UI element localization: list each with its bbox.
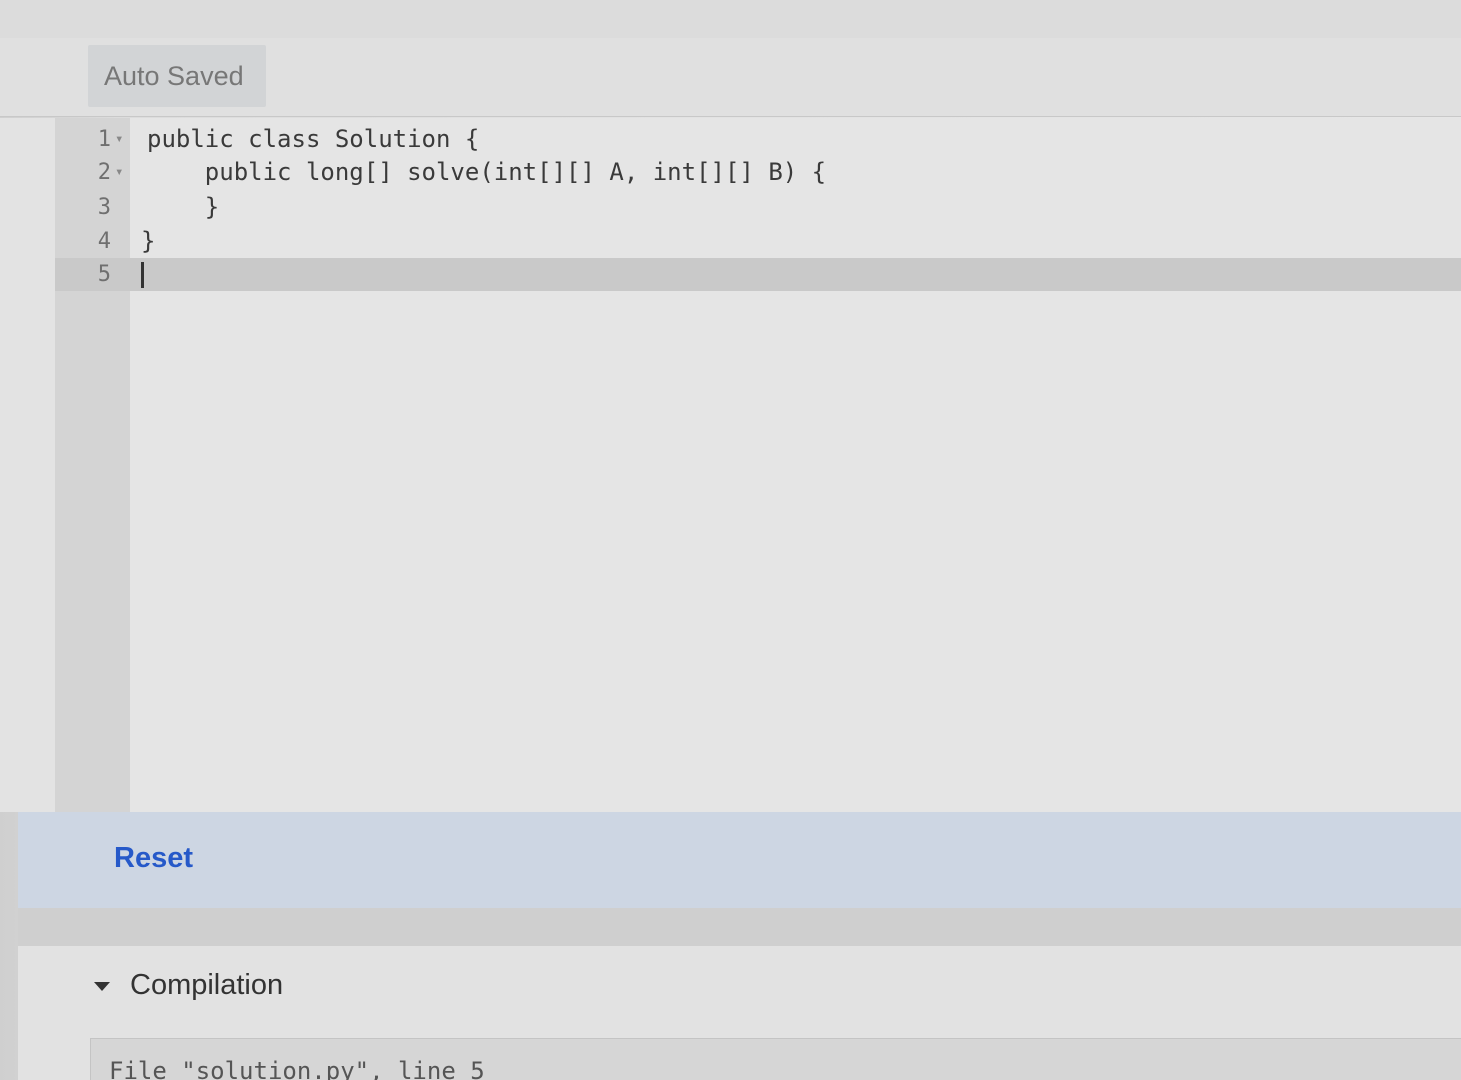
- code-text: }: [141, 227, 156, 255]
- code-editor-page: Auto Saved 1 ▾ public class Solution { 2…: [0, 0, 1461, 1080]
- editor-actions-bar: Reset: [18, 812, 1461, 908]
- line-number: 3: [97, 195, 111, 220]
- top-bar: [0, 0, 1461, 39]
- reset-button[interactable]: Reset: [114, 834, 193, 882]
- code-line-3[interactable]: 3 }: [55, 191, 1461, 224]
- compilation-output: File "solution.py", line 5: [90, 1038, 1461, 1080]
- compilation-output-text: File "solution.py", line 5: [109, 1057, 485, 1080]
- line-number: 4: [97, 229, 111, 254]
- compilation-toggle[interactable]: Compilation: [94, 964, 283, 1006]
- code-line-4[interactable]: 4 }: [55, 225, 1461, 258]
- line-number: 2: [97, 160, 111, 185]
- code-text: public class Solution {: [147, 125, 480, 153]
- compilation-panel: Compilation File "solution.py", line 5: [18, 946, 1461, 1080]
- line-number: 1: [97, 127, 111, 152]
- line-number: 5: [97, 262, 111, 287]
- fold-toggle-icon[interactable]: ▾: [115, 123, 123, 156]
- caret-down-icon: [94, 981, 110, 991]
- fold-toggle-icon[interactable]: ▾: [115, 156, 123, 189]
- code-line-5-active[interactable]: 5: [55, 258, 1461, 291]
- code-text: }: [147, 193, 220, 221]
- code-line-2[interactable]: 2 ▾ public long[] solve(int[][] A, int[]…: [55, 156, 1461, 189]
- code-line-1[interactable]: 1 ▾ public class Solution {: [55, 123, 1461, 156]
- compilation-title: Compilation: [130, 969, 284, 1001]
- section-divider: [18, 908, 1461, 946]
- code-text: public long[] solve(int[][] A, int[][] B…: [147, 158, 827, 186]
- auto-saved-indicator: Auto Saved: [88, 45, 266, 107]
- text-cursor: [141, 262, 144, 288]
